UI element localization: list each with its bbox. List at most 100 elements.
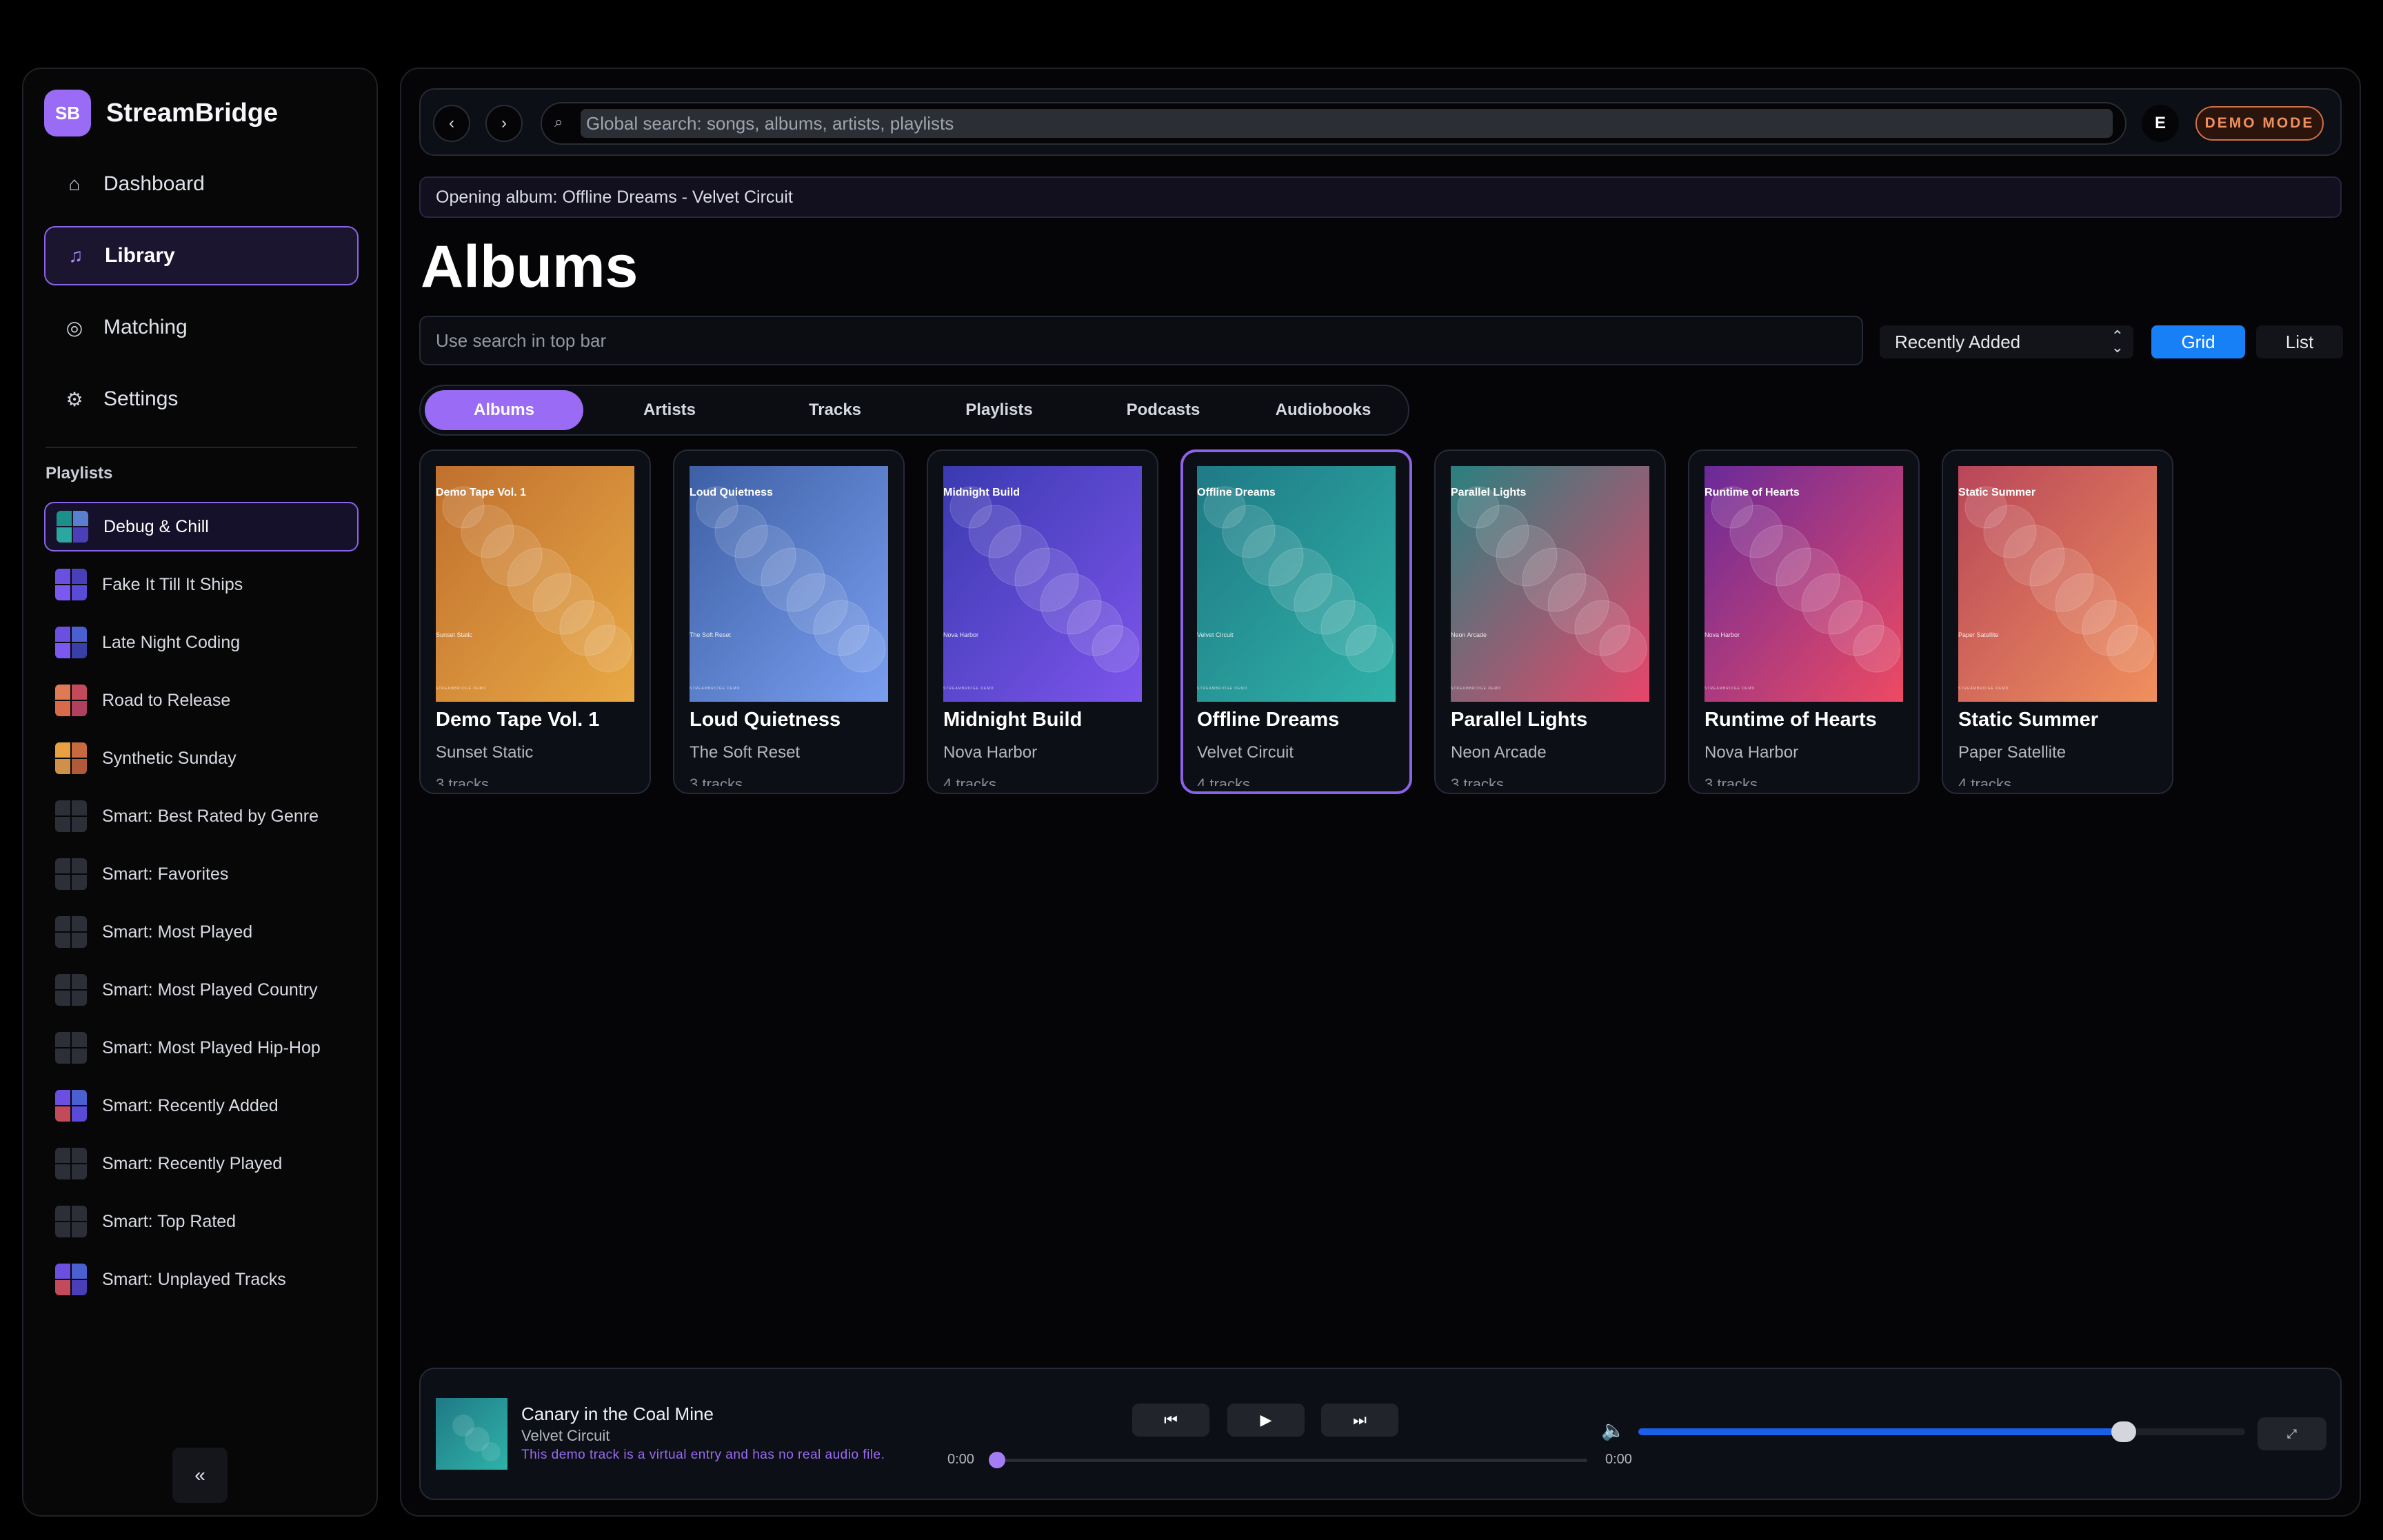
tab-audiobooks[interactable]: Audiobooks	[1244, 390, 1402, 430]
expand-player-button[interactable]: ⤢	[2258, 1417, 2326, 1450]
playlist-item[interactable]: Smart: Most Played	[44, 907, 359, 957]
playlist-thumbnail	[57, 511, 88, 543]
playlist-item[interactable]: Smart: Best Rated by Genre	[44, 791, 359, 841]
playlist-item-label: Smart: Favorites	[102, 864, 229, 884]
progress-handle[interactable]	[989, 1452, 1005, 1468]
play-button[interactable]: ▶	[1227, 1404, 1305, 1437]
nav-item-settings[interactable]: ⚙ Settings	[44, 369, 359, 429]
album-card[interactable]: Parallel Lights Neon Arcade STREAMBRIDGE…	[1434, 449, 1666, 794]
cover-title: Demo Tape Vol. 1	[436, 487, 526, 498]
playlists-heading: Playlists	[46, 464, 113, 483]
playlist-item[interactable]: Smart: Most Played Hip-Hop	[44, 1023, 359, 1073]
playlist-item[interactable]: Synthetic Sunday	[44, 733, 359, 783]
album-title: Runtime of Hearts	[1705, 709, 1877, 731]
volume-muted-icon[interactable]: 🔈	[1601, 1419, 1625, 1441]
album-card[interactable]: Static Summer Paper Satellite STREAMBRID…	[1942, 449, 2173, 794]
global-search: ⌕	[541, 102, 2126, 145]
tab-artists[interactable]: Artists	[590, 390, 749, 430]
playlist-item-label: Road to Release	[102, 690, 231, 710]
playlist-item[interactable]: Smart: Recently Added	[44, 1081, 359, 1131]
global-search-input[interactable]	[581, 109, 2113, 138]
playlist-item[interactable]: Late Night Coding	[44, 618, 359, 667]
nav-item-label: Settings	[103, 387, 179, 410]
playlist-item[interactable]: Smart: Unplayed Tracks	[44, 1255, 359, 1304]
sidebar: SB StreamBridge ⌂ Dashboard ♫ Library ◎ …	[22, 68, 378, 1517]
cover-artwork	[1958, 466, 2157, 702]
cover-artist: Nova Harbor	[943, 631, 979, 638]
view-grid-button[interactable]: Grid	[2151, 325, 2245, 358]
search-icon: ⌕	[554, 113, 563, 130]
playlist-item-label: Fake It Till It Ships	[102, 574, 243, 594]
tab-tracks[interactable]: Tracks	[756, 390, 914, 430]
sidebar-divider	[46, 447, 357, 448]
cover-footer: STREAMBRIDGE DEMO	[1958, 687, 2009, 691]
now-playing-bar: Canary in the Coal Mine Velvet Circuit T…	[419, 1368, 2342, 1500]
playlist-item[interactable]: Debug & Chill	[44, 502, 359, 551]
now-playing-artwork[interactable]	[436, 1398, 507, 1470]
cover-title: Parallel Lights	[1451, 487, 1527, 498]
playlist-item[interactable]: Smart: Recently Played	[44, 1139, 359, 1188]
now-playing-artwork-image	[436, 1398, 507, 1470]
forward-button[interactable]: ›	[485, 105, 523, 142]
cover-title: Static Summer	[1958, 487, 2036, 498]
play-icon: ▶	[1260, 1411, 1272, 1428]
playlist-item[interactable]: Smart: Favorites	[44, 849, 359, 899]
album-card[interactable]: Demo Tape Vol. 1 Sunset Static STREAMBRI…	[419, 449, 651, 794]
tab-playlists[interactable]: Playlists	[920, 390, 1078, 430]
status-message: Opening album: Offline Dreams - Velvet C…	[419, 176, 2342, 218]
album-card[interactable]: Loud Quietness The Soft Reset STREAMBRID…	[673, 449, 905, 794]
nav-item-dashboard[interactable]: ⌂ Dashboard	[44, 154, 359, 214]
playlist-item[interactable]: Smart: Top Rated	[44, 1197, 359, 1246]
volume-handle[interactable]	[2111, 1421, 2136, 1442]
playlist-item-label: Smart: Most Played Country	[102, 980, 318, 1000]
cover-artwork	[1705, 466, 1903, 702]
cover-footer: STREAMBRIDGE DEMO	[1705, 687, 1756, 691]
playlist-thumbnail	[55, 1090, 87, 1122]
playlist-thumbnail	[55, 1264, 87, 1295]
album-track-count: 3 tracks	[436, 776, 490, 786]
playlist-thumbnail	[55, 685, 87, 716]
album-card[interactable]: Runtime of Hearts Nova Harbor STREAMBRID…	[1688, 449, 1920, 794]
nav-item-matching[interactable]: ◎ Matching	[44, 298, 359, 357]
cover-artist: Velvet Circuit	[1197, 631, 1234, 638]
previous-track-button[interactable]: ⏮	[1132, 1404, 1209, 1437]
library-tabs: Albums Artists Tracks Playlists Podcasts…	[419, 385, 1409, 436]
main-panel: ‹ › ⌕ E DEMO MODE Opening album: Offline…	[400, 68, 2361, 1517]
tab-albums[interactable]: Albums	[425, 390, 583, 430]
cover-artist: Neon Arcade	[1451, 631, 1487, 638]
playlist-thumbnail	[55, 1206, 87, 1237]
progress-slider[interactable]	[989, 1452, 1587, 1468]
demo-mode-badge: DEMO MODE	[2195, 106, 2324, 141]
volume-slider[interactable]	[1638, 1421, 2245, 1442]
album-track-count: 3 tracks	[1705, 776, 1758, 786]
album-artist: Nova Harbor	[1705, 743, 1799, 762]
view-list-button[interactable]: List	[2256, 325, 2343, 358]
album-card[interactable]: Midnight Build Nova Harbor STREAMBRIDGE …	[927, 449, 1158, 794]
cover-title: Loud Quietness	[690, 487, 773, 498]
back-button[interactable]: ‹	[433, 105, 470, 142]
album-card[interactable]: Offline Dreams Velvet Circuit STREAMBRID…	[1180, 449, 1412, 794]
playlist-item[interactable]: Fake It Till It Ships	[44, 560, 359, 609]
next-track-button[interactable]: ⏭	[1321, 1404, 1398, 1437]
album-track-count: 3 tracks	[690, 776, 743, 786]
user-avatar[interactable]: E	[2142, 105, 2179, 142]
cover-title: Runtime of Hearts	[1705, 487, 1800, 498]
playlist-item[interactable]: Road to Release	[44, 676, 359, 725]
sort-select[interactable]: Recently Added ⌃ ⌄	[1880, 325, 2133, 358]
cover-footer: STREAMBRIDGE DEMO	[943, 687, 994, 691]
album-artist: Sunset Static	[436, 743, 534, 762]
album-artist: Neon Arcade	[1451, 743, 1547, 762]
playlist-item[interactable]: Smart: Most Played Country	[44, 965, 359, 1015]
page-title: Albums	[421, 234, 639, 300]
sort-select-value: Recently Added	[1895, 331, 2021, 352]
nav-item-library[interactable]: ♫ Library	[44, 226, 359, 285]
playlist-thumbnail	[55, 858, 87, 890]
playlist-thumbnail	[55, 1148, 87, 1179]
brand[interactable]: SB StreamBridge	[44, 90, 278, 136]
cover-footer: STREAMBRIDGE DEMO	[1197, 687, 1248, 691]
playlist-thumbnail	[55, 916, 87, 948]
collapse-sidebar-button[interactable]: «	[172, 1448, 228, 1503]
album-filter-input[interactable]	[419, 316, 1863, 365]
playlist-item-label: Smart: Recently Added	[102, 1095, 279, 1115]
tab-podcasts[interactable]: Podcasts	[1084, 390, 1243, 430]
